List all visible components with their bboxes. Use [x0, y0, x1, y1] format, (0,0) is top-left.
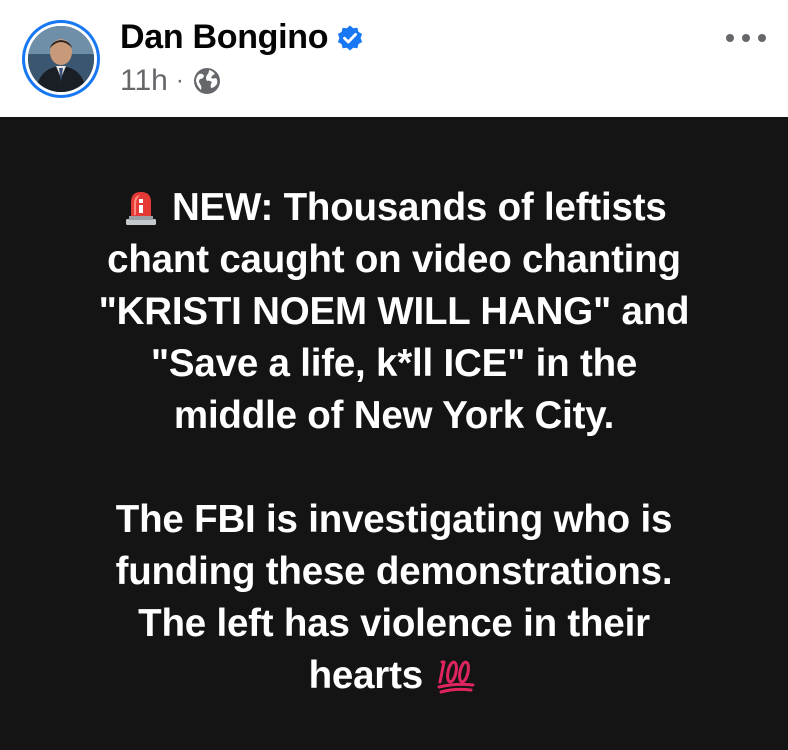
post-line: "KRISTI NOEM WILL HANG" and — [98, 290, 690, 333]
globe-icon[interactable] — [192, 66, 222, 96]
post-header: Dan Bongino 11h · — [0, 0, 788, 117]
post-line: "Save a life, k*ll ICE" in the — [150, 342, 638, 385]
post-line: funding these demonstrations. — [115, 550, 673, 593]
post-line: hearts — [0, 650, 788, 702]
meta-separator: · — [175, 67, 184, 94]
person-silhouette-icon — [28, 26, 94, 92]
author-name-link[interactable]: Dan Bongino — [120, 18, 364, 57]
avatar[interactable] — [22, 20, 100, 98]
post-meta: 11h · — [120, 64, 222, 98]
police-siren-icon — [126, 192, 157, 225]
post-text-card: NEW: Thousands of leftists chant caught … — [0, 117, 788, 750]
post-line: middle of New York City. — [173, 394, 615, 437]
post-line: The left has violence in their — [138, 602, 650, 645]
post-body: NEW: Thousands of leftists chant caught … — [0, 182, 788, 702]
more-options-icon — [726, 34, 734, 42]
avatar-photo — [28, 26, 94, 92]
verified-badge-icon — [338, 25, 363, 50]
post-line: The FBI is investigating who is — [115, 498, 673, 541]
hundred-points-icon — [437, 660, 475, 694]
post-line: NEW: Thousands of leftists — [0, 182, 788, 234]
author-name[interactable]: Dan Bongino — [120, 18, 329, 57]
more-options-button[interactable] — [726, 26, 766, 50]
post-timestamp[interactable]: 11h — [120, 64, 168, 98]
post-line: chant caught on video chanting — [107, 238, 681, 281]
